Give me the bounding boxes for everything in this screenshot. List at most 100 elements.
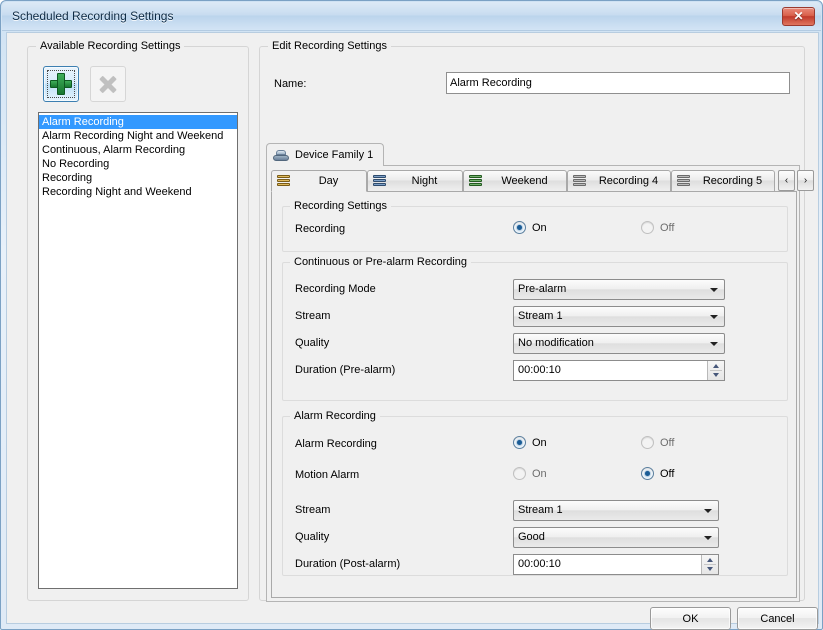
list-item[interactable]: No Recording [39,157,237,171]
spinner-down-icon [713,373,719,377]
schedule-icon-gold [276,174,291,188]
alarm-stream-value: Stream 1 [518,504,563,516]
tab-day-label: Day [318,175,339,187]
postalarm-duration-value: 00:00:10 [518,558,561,570]
radio-dot-icon [513,436,526,449]
recording-label: Recording [295,223,346,235]
motion-alarm-on-radio[interactable]: On [513,467,547,480]
schedule-tabstrip: Day Night Weekend Recording 4 Recording … [271,170,814,192]
alarm-recording-off-radio[interactable]: Off [641,436,674,449]
name-input[interactable] [446,72,790,94]
alarm-group-title: Alarm Recording [290,410,380,422]
close-button[interactable]: ✕ [782,7,815,26]
chevron-left-icon: ‹ [784,175,789,186]
recording-mode-combo[interactable]: Pre-alarm [513,279,725,300]
edit-group-title: Edit Recording Settings [268,40,391,52]
recording-off-radio[interactable]: Off [641,221,674,234]
spinner-up-icon [707,558,713,562]
plus-icon [50,73,72,95]
device-tab-label: Device Family 1 [295,149,374,161]
tab-weekend[interactable]: Weekend [463,170,567,192]
continuous-stream-combo[interactable]: Stream 1 [513,306,725,327]
recording-settings-list[interactable]: Alarm Recording Alarm Recording Night an… [38,112,238,589]
continuous-quality-value: No modification [518,337,594,349]
add-recording-setting-button[interactable] [43,66,79,102]
spinner-buttons[interactable] [701,555,718,574]
radio-dot-icon [641,221,654,234]
continuous-prealarm-group: Continuous or Pre-alarm Recording Record… [282,256,788,401]
alarm-quality-label: Quality [295,531,330,543]
dialog-client-area: Available Recording Settings Alarm Recor… [6,32,819,630]
postalarm-duration-spinner[interactable]: 00:00:10 [513,554,719,575]
list-item[interactable]: Recording [39,171,237,185]
continuous-stream-label: Stream [295,310,331,322]
window-title: Scheduled Recording Settings [12,9,174,23]
tab-recording-4-label: Recording 4 [598,175,659,187]
tab-scroll-next-button[interactable]: › [797,170,814,191]
tab-recording-4[interactable]: Recording 4 [567,170,671,192]
tab-night[interactable]: Night [367,170,463,192]
available-recording-settings-group: Available Recording Settings Alarm Recor… [27,40,249,601]
alarm-recording-label: Alarm Recording [295,438,377,450]
list-item[interactable]: Alarm Recording [39,115,237,129]
ok-button[interactable]: OK [650,607,731,630]
device-family-tabstrip: Device Family 1 [266,143,800,166]
tab-device-family-1[interactable]: Device Family 1 [266,143,385,166]
delete-x-icon [98,74,118,94]
spinner-buttons[interactable] [707,361,724,380]
spinner-up-icon [713,364,719,368]
cancel-button[interactable]: Cancel [737,607,818,630]
close-icon: ✕ [793,9,804,23]
delete-recording-setting-button[interactable] [90,66,126,102]
chevron-down-icon [710,287,718,292]
alarm-recording-on-label: On [532,436,547,449]
tab-day[interactable]: Day [271,170,367,192]
alarm-stream-label: Stream [295,504,331,516]
alarm-recording-off-label: Off [660,436,675,449]
continuous-quality-combo[interactable]: No modification [513,333,725,354]
recording-mode-value: Pre-alarm [518,283,567,295]
recording-on-radio[interactable]: On [513,221,547,234]
alarm-recording-group: Alarm Recording Alarm Recording On Off M… [282,410,788,576]
schedule-icon-blue [372,174,387,188]
alarm-stream-combo[interactable]: Stream 1 [513,500,719,521]
recording-settings-group: Recording Settings Recording On Off [282,200,788,252]
radio-dot-icon [641,436,654,449]
tab-recording-5[interactable]: Recording 5 [671,170,775,192]
tab-recording-5-label: Recording 5 [702,175,763,187]
radio-dot-icon [513,467,526,480]
continuous-group-title: Continuous or Pre-alarm Recording [290,256,472,268]
available-group-title: Available Recording Settings [36,40,185,52]
schedule-icon-green [468,174,483,188]
chevron-down-icon [710,314,718,319]
alarm-quality-combo[interactable]: Good [513,527,719,548]
list-item[interactable]: Alarm Recording Night and Weekend [39,129,237,143]
edit-recording-settings-group: Edit Recording Settings Name: Device Fam… [259,40,814,602]
name-label: Name: [274,78,307,90]
chevron-right-icon: › [803,175,808,186]
prealarm-duration-value: 00:00:10 [518,364,561,376]
spinner-down-icon [707,567,713,571]
device-icon [273,149,289,162]
list-item[interactable]: Continuous, Alarm Recording [39,143,237,157]
tab-scroll-prev-button[interactable]: ‹ [778,170,795,191]
list-item[interactable]: Recording Night and Weekend [39,185,237,199]
postalarm-duration-label: Duration (Post-alarm) [295,558,401,570]
chevron-down-icon [704,508,712,513]
chevron-down-icon [710,341,718,346]
motion-alarm-label: Motion Alarm [295,469,360,481]
motion-alarm-off-label: Off [660,467,675,480]
recording-on-label: On [532,221,547,234]
tab-night-label: Night [411,175,438,187]
tab-weekend-label: Weekend [501,175,548,187]
alarm-quality-value: Good [518,531,545,543]
continuous-stream-value: Stream 1 [518,310,563,322]
motion-alarm-off-radio[interactable]: Off [641,467,674,480]
chevron-down-icon [704,535,712,540]
dialog-window: Scheduled Recording Settings ✕ Available… [0,0,823,630]
schedule-icon-grey [676,174,691,188]
radio-dot-icon [513,221,526,234]
alarm-recording-on-radio[interactable]: On [513,436,547,449]
prealarm-duration-spinner[interactable]: 00:00:10 [513,360,725,381]
recording-settings-group-title: Recording Settings [290,200,391,212]
